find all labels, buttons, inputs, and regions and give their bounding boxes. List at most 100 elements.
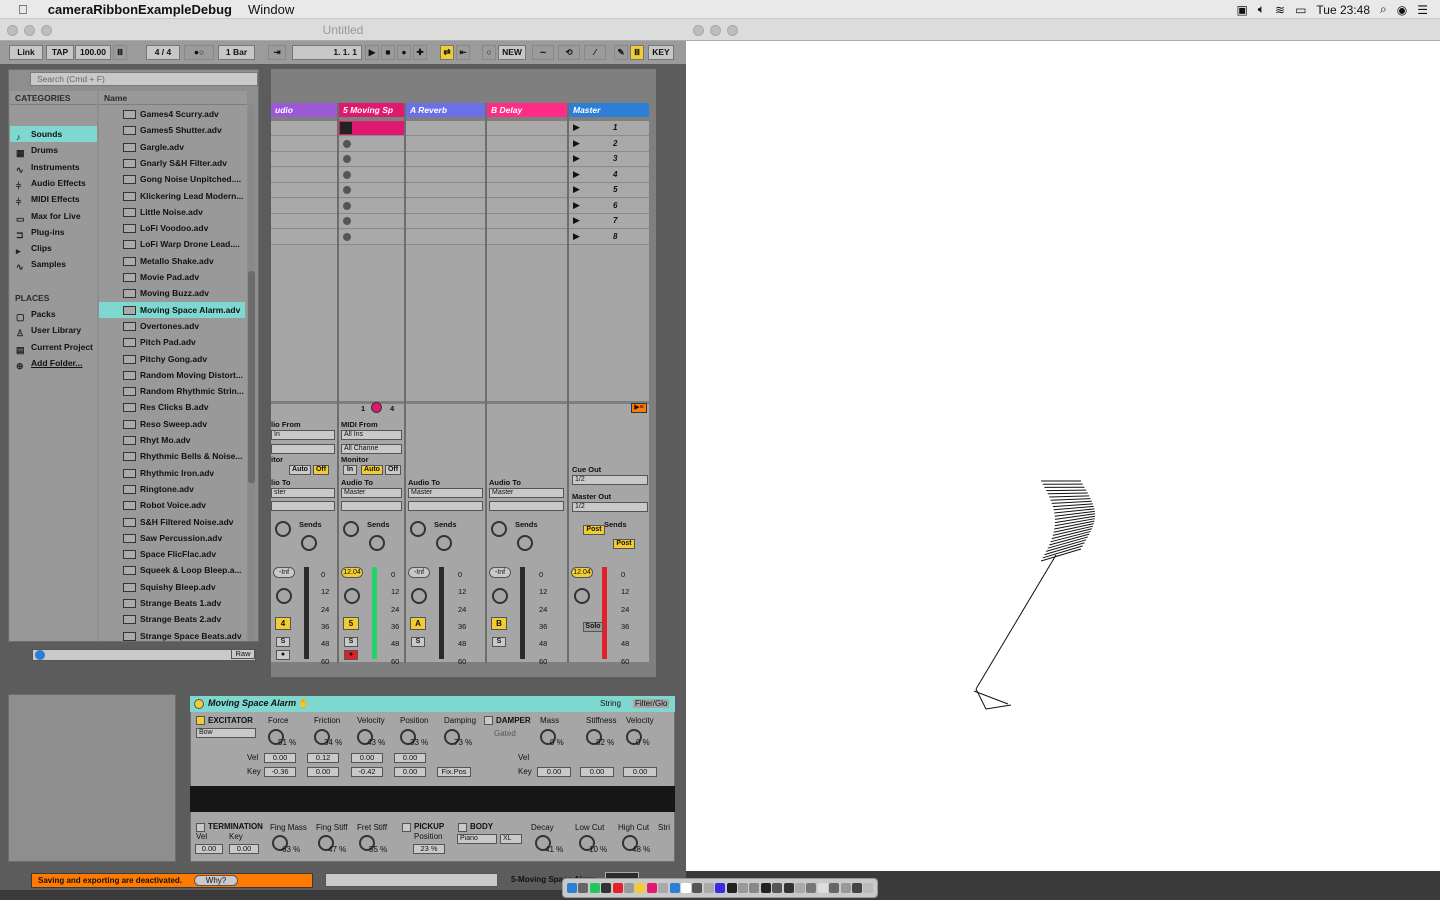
dock-app-icon[interactable] bbox=[601, 883, 612, 893]
pencil-icon[interactable]: ✎ bbox=[614, 45, 628, 60]
audio-to-channel-select[interactable] bbox=[271, 501, 335, 511]
clip-slot[interactable] bbox=[339, 229, 404, 245]
clip-slot[interactable] bbox=[339, 198, 404, 214]
browser-item[interactable]: S&H Filtered Noise.adv bbox=[99, 514, 245, 530]
pickup-toggle[interactable] bbox=[402, 823, 411, 832]
excitator-toggle[interactable] bbox=[196, 716, 205, 725]
dock-app-icon[interactable] bbox=[738, 883, 748, 893]
computer-midi-icon[interactable]: Ⅲ bbox=[630, 45, 644, 60]
tab-filter[interactable]: Filter/Glo bbox=[633, 699, 670, 708]
browser-scroll-thumb[interactable] bbox=[248, 271, 255, 483]
wifi-icon[interactable]: ≋ bbox=[1275, 3, 1285, 17]
browser-item[interactable]: Rhyt Mo.adv bbox=[99, 432, 245, 448]
audio-to-channel-select[interactable] bbox=[489, 501, 564, 511]
volume-display[interactable]: -Inf bbox=[408, 567, 430, 578]
dock-app-icon[interactable] bbox=[829, 883, 840, 893]
pan-knob[interactable] bbox=[411, 588, 427, 604]
clip-slot[interactable] bbox=[271, 136, 337, 152]
category-sounds[interactable]: ♪ Sounds bbox=[10, 126, 97, 142]
monitor-off-button[interactable]: Off bbox=[313, 465, 329, 475]
scene-launch-icon[interactable]: ▶ bbox=[573, 138, 580, 149]
category-samples[interactable]: ∿ Samples bbox=[10, 256, 97, 272]
tab-string[interactable]: String bbox=[600, 699, 621, 708]
record-button[interactable]: ● bbox=[276, 650, 290, 660]
spotlight-icon[interactable]: ⌕ bbox=[1380, 2, 1387, 17]
notification-center-icon[interactable]: ☰ bbox=[1417, 3, 1428, 17]
pan-knob[interactable] bbox=[276, 588, 292, 604]
ribbon-canvas[interactable] bbox=[686, 41, 1440, 871]
song-position-field[interactable]: 1. 1. 1 bbox=[292, 45, 362, 60]
dock-app-icon[interactable] bbox=[567, 883, 577, 893]
audio-channel-select[interactable] bbox=[271, 444, 335, 454]
close-button[interactable] bbox=[7, 25, 18, 36]
clip-slot[interactable] bbox=[487, 198, 567, 214]
damper-key-box[interactable]: 0.00 bbox=[580, 767, 614, 777]
siri-icon[interactable]: ◉ bbox=[1397, 3, 1407, 17]
volume-icon[interactable]: 🔈︎ bbox=[1258, 2, 1265, 17]
dock-app-icon[interactable] bbox=[806, 883, 817, 893]
browser-item[interactable]: LoFi Voodoo.adv bbox=[99, 220, 245, 236]
volume-display[interactable]: 12.04 bbox=[341, 567, 363, 578]
dock-app-icon[interactable] bbox=[669, 883, 680, 893]
clip-slot[interactable] bbox=[487, 167, 567, 183]
category-audio-effects[interactable]: ⫩ Audio Effects bbox=[10, 175, 97, 191]
audio-to-select[interactable]: Master bbox=[408, 488, 483, 498]
place-current-project[interactable]: ▤ Current Project bbox=[10, 339, 97, 355]
clip-slot[interactable] bbox=[339, 167, 404, 183]
browser-search-input[interactable]: Search (Cmd + F) bbox=[30, 72, 258, 86]
quantize-select[interactable]: 1 Bar bbox=[218, 45, 255, 60]
category-midi-effects[interactable]: ⫩ MIDI Effects bbox=[10, 191, 97, 207]
solo-button[interactable]: S bbox=[276, 637, 290, 647]
monitor-auto-button[interactable]: Auto bbox=[361, 465, 383, 475]
key-value-box[interactable]: 0.00 bbox=[394, 767, 426, 777]
place-packs[interactable]: ▢ Packs bbox=[10, 306, 97, 322]
draw-mode-icon[interactable]: ⁄ bbox=[584, 45, 606, 60]
clip-slot[interactable] bbox=[406, 214, 485, 229]
master-out-select[interactable]: 1/2 bbox=[572, 502, 648, 512]
dock-app-icon[interactable] bbox=[612, 883, 623, 893]
browser-item[interactable]: Rhythmic Iron.adv bbox=[99, 465, 245, 481]
track-header[interactable]: B Delay bbox=[487, 103, 567, 117]
preview-bar[interactable] bbox=[32, 649, 256, 661]
dock-app-icon[interactable] bbox=[692, 883, 703, 893]
scene-launch-icon[interactable]: ▶ bbox=[573, 184, 580, 195]
track-activator[interactable]: 4 bbox=[275, 617, 291, 630]
of-zoom-button[interactable] bbox=[727, 25, 738, 36]
category-drums[interactable]: ▦ Drums bbox=[10, 142, 97, 158]
browser-item[interactable]: Games4 Scurry.adv bbox=[99, 106, 245, 122]
vel-value-box[interactable]: 0.00 bbox=[351, 753, 383, 763]
nudge-icon[interactable]: Ⅲ bbox=[113, 45, 127, 60]
dock-app-icon[interactable] bbox=[863, 883, 874, 893]
zoom-button[interactable] bbox=[41, 25, 52, 36]
browser-item[interactable]: Random Moving Distort... bbox=[99, 367, 245, 383]
record-icon[interactable]: ● bbox=[397, 45, 411, 60]
browser-item[interactable]: Squeek & Loop Bleep.a... bbox=[99, 562, 245, 578]
midi-from-select[interactable]: All Ins bbox=[341, 430, 402, 440]
clip-stop-icon[interactable] bbox=[343, 186, 351, 194]
scene-launch-icon[interactable]: ▶ bbox=[573, 153, 580, 164]
follow-icon[interactable]: ⇥ bbox=[268, 45, 286, 60]
browser-item[interactable]: Gong Noise Unpitched.... bbox=[99, 171, 245, 187]
apple-icon[interactable]:  bbox=[18, 2, 28, 17]
audio-to-select[interactable]: ster bbox=[271, 488, 335, 498]
clip-slot[interactable] bbox=[406, 183, 485, 198]
scene-launch-icon[interactable]: ▶ bbox=[573, 122, 580, 133]
dock-app-icon[interactable] bbox=[760, 883, 771, 893]
solo-button[interactable]: S bbox=[344, 637, 358, 647]
dock-app-icon[interactable] bbox=[772, 883, 783, 893]
browser-item[interactable]: Gargle.adv bbox=[99, 139, 245, 155]
clip-slot[interactable] bbox=[271, 183, 337, 198]
clip-slot[interactable] bbox=[271, 121, 337, 136]
browser-item[interactable]: Metallo Shake.adv bbox=[99, 253, 245, 269]
send-a-knob[interactable] bbox=[491, 521, 507, 537]
name-header[interactable]: Name bbox=[99, 91, 247, 105]
clip-slot[interactable] bbox=[406, 152, 485, 167]
volume-display[interactable]: -Inf bbox=[273, 567, 295, 578]
clip-slot[interactable] bbox=[271, 152, 337, 167]
track-header[interactable]: 5 Moving Sp bbox=[339, 103, 404, 117]
browser-item[interactable]: LoFi Warp Drone Lead.... bbox=[99, 236, 245, 252]
send-b-knob[interactable] bbox=[517, 535, 533, 551]
clip-stop-icon[interactable] bbox=[343, 217, 351, 225]
dock-app-icon[interactable] bbox=[795, 883, 805, 893]
solo-button[interactable]: S bbox=[492, 637, 506, 647]
